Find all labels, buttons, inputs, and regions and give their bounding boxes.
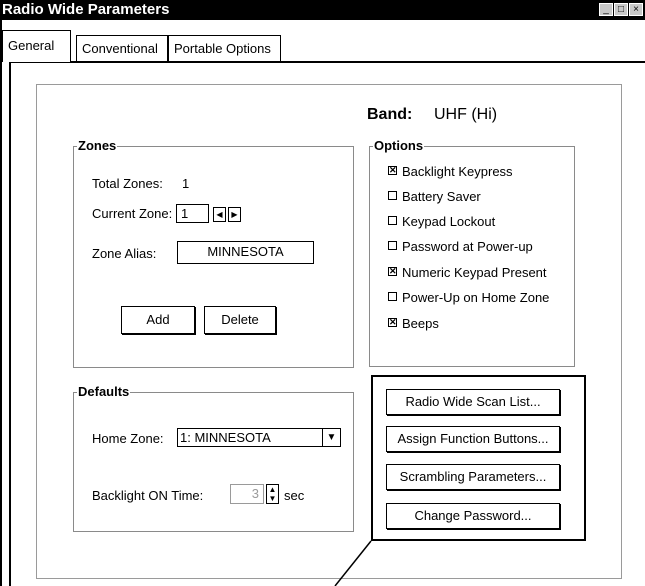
- callout-leader-line: [334, 540, 372, 586]
- tab-general[interactable]: General: [2, 30, 71, 62]
- tab-general-label: General: [8, 38, 55, 53]
- radio-wide-parameters-window: Radio Wide Parameters _ □ × General Conv…: [0, 0, 645, 586]
